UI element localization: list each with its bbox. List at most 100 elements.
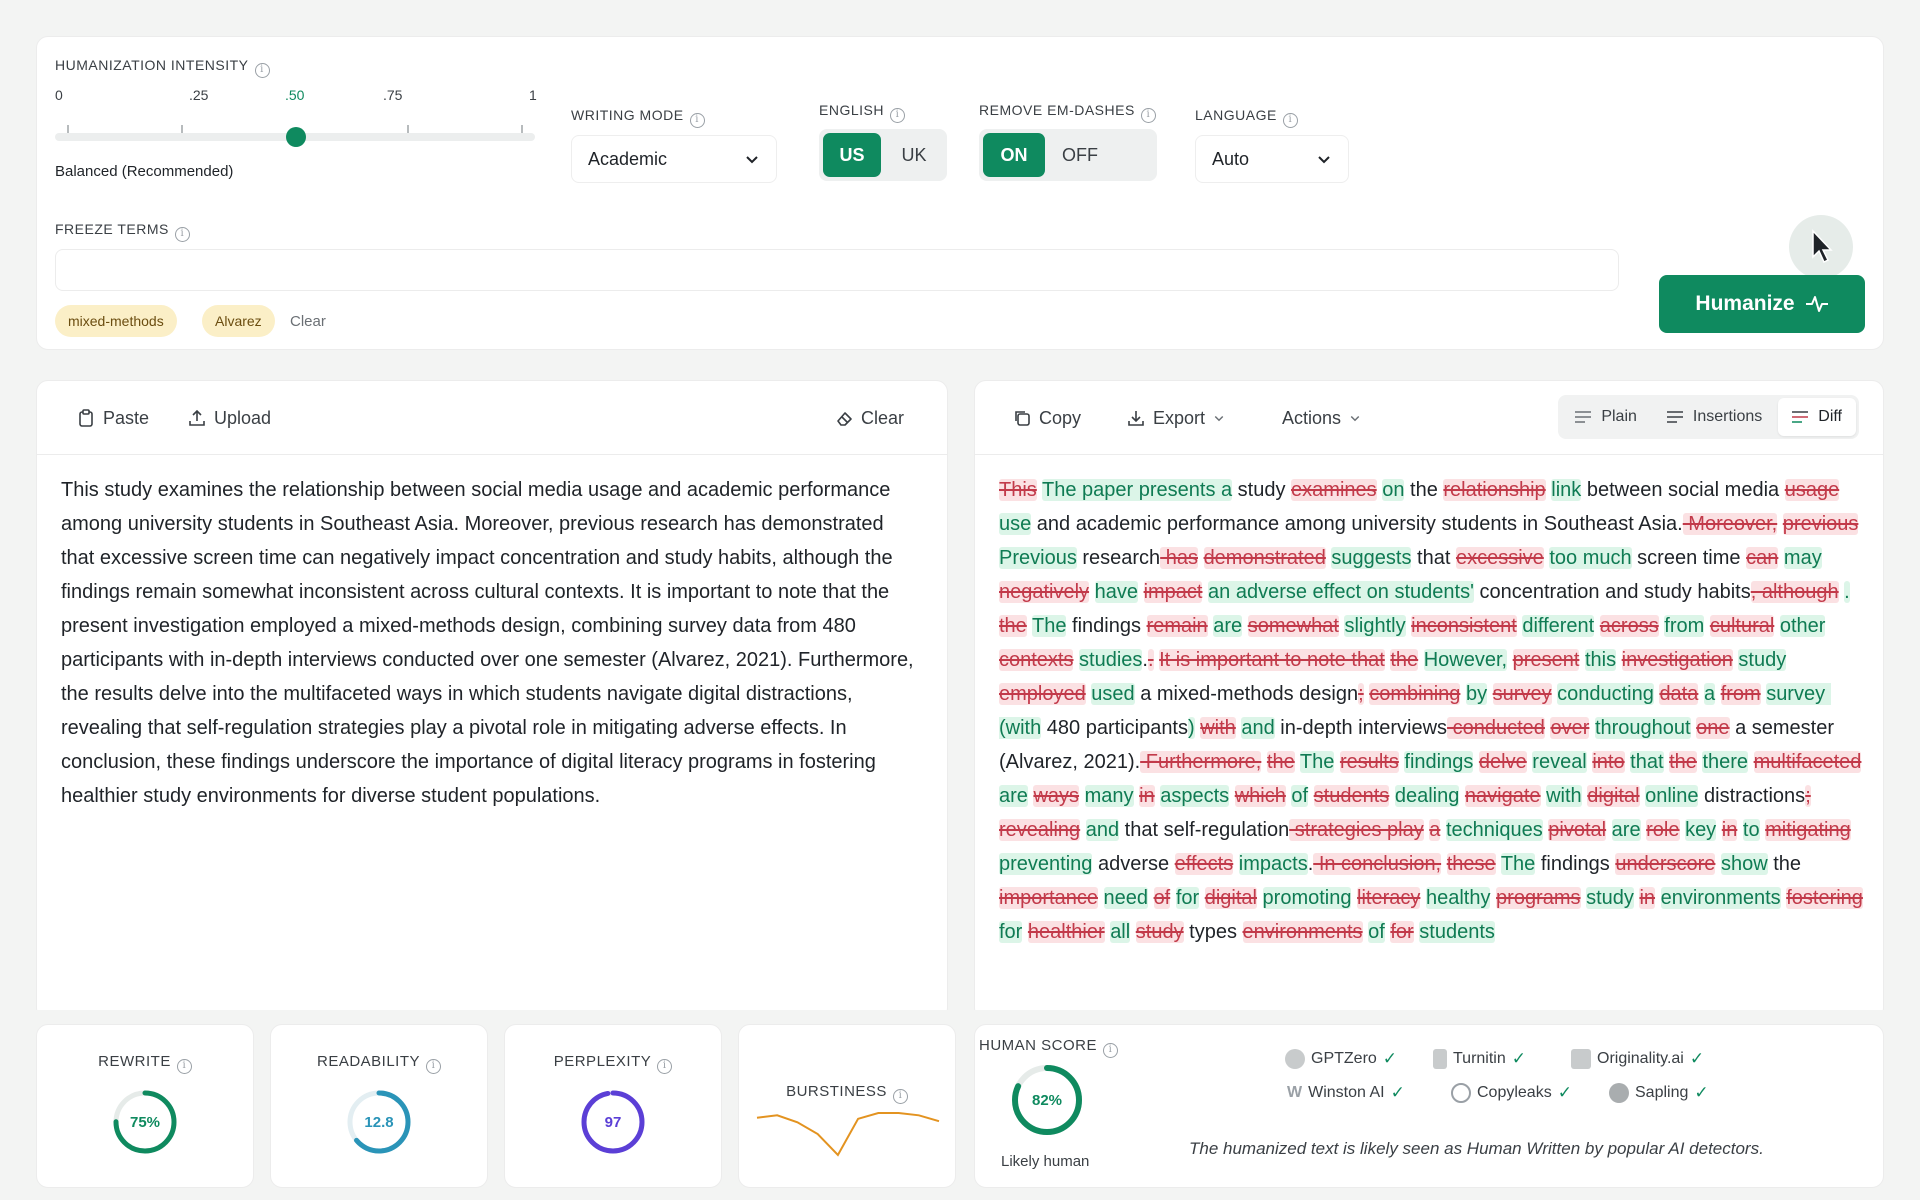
info-icon[interactable]: i xyxy=(889,108,905,123)
check-icon: ✓ xyxy=(1382,1049,1398,1068)
info-icon[interactable]: i xyxy=(1282,113,1298,128)
diff-insertion: an adverse effect on students' xyxy=(1208,581,1474,603)
diff-unchanged xyxy=(1616,649,1622,671)
copyleaks-logo-icon xyxy=(1451,1083,1471,1103)
diff-deletion: across xyxy=(1599,615,1659,637)
diff-insertion: of xyxy=(1291,785,1309,807)
eraser-icon xyxy=(837,412,852,426)
info-icon[interactable]: i xyxy=(426,1059,442,1074)
copy-icon xyxy=(1015,411,1030,426)
diff-unchanged xyxy=(1308,785,1314,807)
diff-unchanged xyxy=(1130,921,1136,943)
diff-deletion: inconsistent xyxy=(1411,615,1517,637)
info-icon[interactable]: i xyxy=(1103,1043,1119,1058)
info-icon[interactable]: i xyxy=(689,113,705,128)
diff-insertion: show xyxy=(1720,853,1768,875)
diff-unchanged xyxy=(1851,819,1857,841)
chevron-down-icon xyxy=(1214,415,1224,422)
diff-unchanged: findings xyxy=(1066,615,1147,637)
diff-deletion: In conclusion, xyxy=(1313,853,1442,875)
slider-mark xyxy=(521,125,523,133)
output-panel: Copy Export Actions Plain Insertions Dif… xyxy=(974,380,1884,1020)
diff-output[interactable]: This The paper presents a study examines… xyxy=(999,473,1869,949)
intensity-slider-thumb[interactable] xyxy=(286,127,306,147)
export-button[interactable]: Export xyxy=(1127,381,1225,455)
diff-insertion: ) xyxy=(1188,717,1195,739)
upload-button[interactable]: Upload xyxy=(188,381,271,455)
diff-insertion: studies xyxy=(1079,649,1143,671)
diff-deletion: demonstrated xyxy=(1203,547,1326,569)
diff-deletion: environments xyxy=(1242,921,1363,943)
language-select[interactable]: Auto xyxy=(1195,135,1349,183)
freeze-terms-input[interactable] xyxy=(55,249,1619,291)
human-score-label: HUMAN SCORE i xyxy=(979,1037,1119,1058)
diff-unchanged: that self-regulation xyxy=(1119,819,1290,841)
check-icon: ✓ xyxy=(1689,1049,1705,1068)
view-plain-tab[interactable]: Plain xyxy=(1561,398,1651,436)
copy-button[interactable]: Copy xyxy=(1013,381,1081,455)
info-icon[interactable]: i xyxy=(1140,108,1156,123)
english-us-option[interactable]: US xyxy=(823,133,881,177)
em-dashes-on-option[interactable]: ON xyxy=(983,133,1045,177)
freeze-clear-button[interactable]: Clear xyxy=(290,305,326,337)
diff-insertion: have xyxy=(1094,581,1138,603)
diff-unchanged: that xyxy=(1411,547,1456,569)
diff-deletion: which xyxy=(1234,785,1286,807)
english-uk-option[interactable]: UK xyxy=(885,133,943,177)
info-icon[interactable]: i xyxy=(892,1089,908,1104)
diff-deletion: This xyxy=(999,479,1037,501)
freeze-chip[interactable]: Alvarez xyxy=(202,305,275,337)
diff-unchanged xyxy=(1704,615,1710,637)
diff-insertion: Previous xyxy=(999,547,1077,569)
view-insertions-tab[interactable]: Insertions xyxy=(1653,398,1776,436)
writing-mode-select[interactable]: Academic xyxy=(571,135,777,183)
em-dashes-off-option[interactable]: OFF xyxy=(1049,133,1111,177)
humanize-label: Humanize xyxy=(1695,292,1795,315)
intensity-label: HUMANIZATION INTENSITY i xyxy=(55,57,270,78)
diff-deletion: navigate xyxy=(1464,785,1541,807)
diff-unchanged xyxy=(1079,785,1085,807)
winston-logo-icon: W xyxy=(1287,1084,1303,1101)
diff-insertion: students xyxy=(1419,921,1495,943)
export-label: Export xyxy=(1153,407,1206,428)
freeze-chip[interactable]: mixed-methods xyxy=(55,305,177,337)
clipboard-icon xyxy=(79,409,93,427)
diff-insertion: The xyxy=(1032,615,1067,637)
input-textarea[interactable]: This study examines the relationship bet… xyxy=(61,473,921,813)
diff-insertion: throughout xyxy=(1594,717,1691,739)
detector-turnitin: Turnitin ✓ xyxy=(1433,1049,1526,1069)
diff-insertion: for xyxy=(1175,887,1200,909)
diff-unchanged xyxy=(1418,649,1424,671)
humanize-button[interactable]: Humanize xyxy=(1659,275,1865,333)
diff-unchanged xyxy=(1863,887,1869,909)
diff-insertion: slightly xyxy=(1344,615,1406,637)
info-icon[interactable]: i xyxy=(176,1059,192,1074)
diff-deletion: in xyxy=(1139,785,1155,807)
info-icon[interactable]: i xyxy=(657,1059,673,1074)
check-icon: ✓ xyxy=(1511,1049,1527,1068)
diff-unchanged xyxy=(1858,513,1864,535)
paste-button[interactable]: Paste xyxy=(77,381,149,455)
diff-deletion: programs xyxy=(1496,887,1581,909)
burstiness-label: BURSTINESS i xyxy=(739,1083,955,1104)
info-icon[interactable]: i xyxy=(254,63,270,78)
info-icon[interactable]: i xyxy=(174,227,190,242)
clear-input-button[interactable]: Clear xyxy=(835,381,904,455)
cursor-highlight xyxy=(1789,215,1853,279)
diff-deletion: can xyxy=(1746,547,1779,569)
input-toolbar: Paste Upload Clear xyxy=(37,381,947,455)
diff-insertion: use xyxy=(999,513,1032,535)
diff-insertion: online xyxy=(1645,785,1699,807)
readability-value: 12.8 xyxy=(364,1113,394,1131)
actions-button[interactable]: Actions xyxy=(1282,381,1361,455)
diff-deletion: fostering xyxy=(1786,887,1863,909)
freeze-terms-label: FREEZE TERMS i xyxy=(55,221,190,242)
diff-deletion: remain xyxy=(1146,615,1208,637)
diff-unchanged: study xyxy=(1232,479,1292,501)
diff-insertion: key xyxy=(1685,819,1717,841)
view-diff-tab[interactable]: Diff xyxy=(1778,398,1856,436)
view-insertions-label: Insertions xyxy=(1692,408,1763,425)
diff-unchanged xyxy=(1233,853,1239,875)
diff-insertion: conducting xyxy=(1557,683,1654,705)
diff-unchanged xyxy=(1748,751,1754,773)
